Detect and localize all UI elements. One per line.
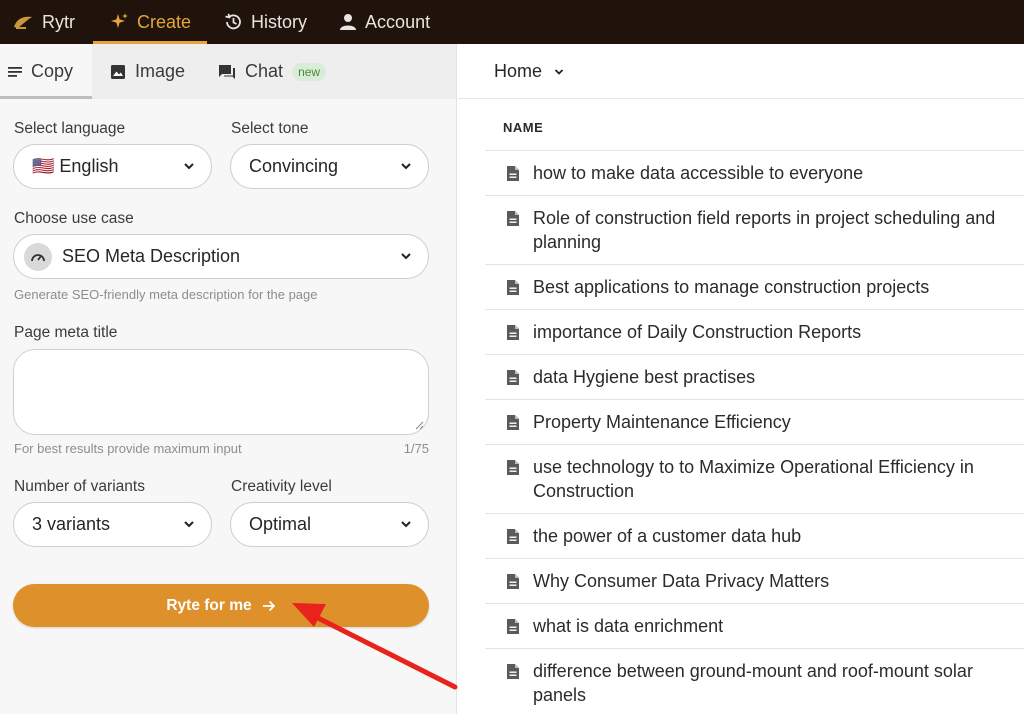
- header-divider: [458, 98, 1024, 99]
- documents-panel: Home NAME how to make data accessible to…: [458, 44, 1024, 714]
- nav-account[interactable]: Account: [323, 0, 446, 44]
- document-icon: [507, 574, 519, 589]
- ryte-button-label: Ryte for me: [166, 596, 252, 614]
- chevron-down-icon: [401, 253, 411, 260]
- chevron-down-icon: [401, 521, 411, 528]
- document-row[interactable]: data Hygiene best practises: [485, 355, 1024, 400]
- rytr-logo-icon: [14, 16, 32, 29]
- image-icon: [111, 64, 125, 79]
- document-title: importance of Daily Construction Reports: [533, 322, 862, 342]
- document-icon: [507, 325, 519, 340]
- document-row[interactable]: importance of Daily Construction Reports: [485, 310, 1024, 355]
- tab-chat[interactable]: Chat new: [204, 44, 345, 99]
- tone-label: Select tone: [231, 120, 309, 137]
- document-row[interactable]: Best applications to manage construction…: [485, 265, 1024, 310]
- top-nav: Rytr Create History Account: [0, 0, 1024, 44]
- document-title: use technology to to Maximize Operationa…: [533, 457, 974, 501]
- variants-label: Number of variants: [14, 478, 145, 495]
- document-row[interactable]: Property Maintenance Efficiency: [485, 400, 1024, 445]
- mode-tabs: Copy Image Chat new: [0, 44, 456, 99]
- text-lines-icon: [8, 66, 22, 77]
- chevron-down-icon: [184, 521, 194, 528]
- language-label: Select language: [14, 120, 126, 137]
- document-title: what is data enrichment: [533, 616, 724, 636]
- document-title: the power of a customer data hub: [533, 526, 802, 546]
- speedometer-icon: [24, 242, 52, 271]
- document-row[interactable]: how to make data accessible to everyone: [485, 151, 1024, 196]
- resize-handle-icon[interactable]: [414, 420, 424, 430]
- meta-title-help: For best results provide maximum input: [14, 441, 242, 456]
- document-icon: [507, 280, 519, 295]
- use-case-select[interactable]: SEO Meta Description: [13, 234, 429, 279]
- document-row[interactable]: what is data enrichment: [485, 604, 1024, 649]
- document-icon: [507, 664, 519, 679]
- document-title: difference between ground-mount and roof…: [533, 661, 973, 705]
- brand-link[interactable]: Rytr: [0, 0, 93, 44]
- nav-create-label: Create: [137, 11, 192, 32]
- tone-value: Convincing: [249, 156, 339, 176]
- tab-chat-label: Chat: [245, 61, 284, 81]
- editor-panel: Copy Image Chat new Select language Sele…: [0, 44, 457, 714]
- use-case-value: SEO Meta Description: [62, 246, 241, 266]
- document-title: Why Consumer Data Privacy Matters: [533, 571, 830, 591]
- breadcrumb[interactable]: Home: [494, 61, 564, 82]
- chevron-down-icon: [184, 163, 194, 170]
- variants-value: 3 variants: [32, 514, 111, 534]
- chat-icon: [219, 64, 236, 79]
- character-counter: 1/75: [403, 441, 429, 456]
- document-title: Role of construction field reports in pr…: [533, 208, 996, 252]
- document-icon: [507, 619, 519, 634]
- document-row[interactable]: use technology to to Maximize Operationa…: [485, 445, 1024, 514]
- document-title: data Hygiene best practises: [533, 367, 756, 387]
- document-list: how to make data accessible to everyone …: [485, 150, 1024, 714]
- document-row[interactable]: Why Consumer Data Privacy Matters: [485, 559, 1024, 604]
- use-case-help: Generate SEO-friendly meta description f…: [14, 287, 318, 302]
- history-icon: [225, 13, 241, 30]
- language-select[interactable]: 🇺🇸 English: [13, 144, 212, 189]
- document-icon: [507, 370, 519, 385]
- language-value: 🇺🇸 English: [32, 156, 119, 176]
- nav-account-label: Account: [365, 11, 431, 32]
- meta-title-label: Page meta title: [14, 324, 118, 341]
- creativity-value: Optimal: [249, 514, 312, 534]
- chevron-down-icon: [401, 163, 411, 170]
- document-icon: [507, 460, 519, 475]
- meta-title-input[interactable]: [13, 349, 429, 435]
- ryte-for-me-button[interactable]: Ryte for me: [13, 584, 429, 627]
- tab-copy-label: Copy: [30, 61, 73, 81]
- nav-history-label: History: [251, 11, 308, 32]
- variants-select[interactable]: 3 variants: [13, 502, 212, 547]
- chevron-down-icon: [554, 68, 564, 75]
- document-icon: [507, 415, 519, 430]
- tone-select[interactable]: Convincing: [230, 144, 429, 189]
- document-title: Property Maintenance Efficiency: [533, 412, 791, 432]
- creativity-select[interactable]: Optimal: [230, 502, 429, 547]
- document-icon: [507, 529, 519, 544]
- document-title: how to make data accessible to everyone: [533, 163, 864, 183]
- document-icon: [507, 166, 519, 181]
- breadcrumb-home: Home: [494, 61, 543, 81]
- arrow-right-icon: [262, 600, 275, 611]
- name-column-header[interactable]: NAME: [503, 120, 543, 135]
- document-row[interactable]: difference between ground-mount and roof…: [485, 649, 1024, 714]
- document-icon: [507, 211, 519, 226]
- use-case-label: Choose use case: [14, 210, 134, 227]
- nav-create[interactable]: Create: [93, 0, 208, 44]
- user-icon: [340, 14, 357, 30]
- document-row[interactable]: Role of construction field reports in pr…: [485, 196, 1024, 265]
- nav-history[interactable]: History: [207, 0, 323, 44]
- creativity-label: Creativity level: [231, 478, 332, 495]
- brand-name: Rytr: [42, 11, 75, 32]
- tab-copy[interactable]: Copy: [0, 44, 92, 99]
- sparkle-icon: [111, 13, 128, 28]
- tab-image-label: Image: [135, 61, 186, 81]
- document-title: Best applications to manage construction…: [533, 277, 930, 297]
- tab-image[interactable]: Image: [92, 44, 204, 99]
- document-row[interactable]: the power of a customer data hub: [485, 514, 1024, 559]
- new-badge: new: [292, 62, 327, 81]
